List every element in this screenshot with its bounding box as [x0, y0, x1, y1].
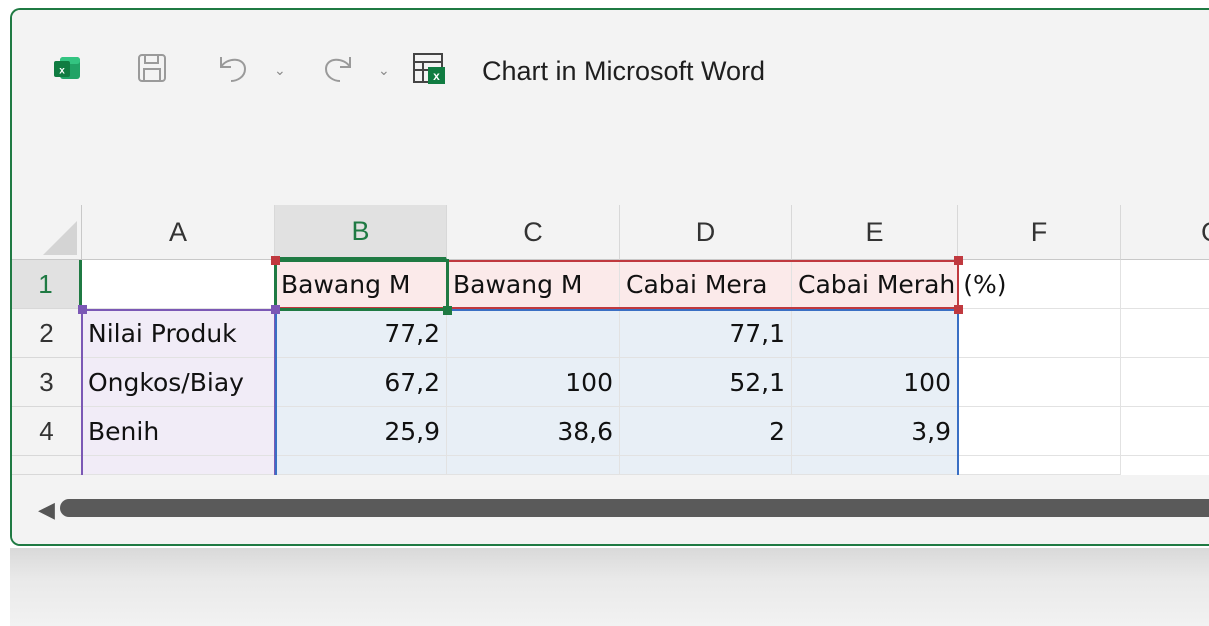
cell-f4[interactable]: [958, 407, 1121, 456]
window-title: Chart in Microsoft Word: [482, 56, 766, 86]
column-header-b[interactable]: B: [275, 205, 447, 260]
cell-c5[interactable]: [447, 456, 620, 475]
cell-g4[interactable]: [1121, 407, 1209, 456]
cell-b4[interactable]: 25,9: [275, 407, 447, 456]
cell-g3[interactable]: [1121, 358, 1209, 407]
cell-a5[interactable]: [82, 456, 275, 475]
excel-chart-data-window: x ⌄ ⌄ x Chart in Microsoft Word A B C D …: [10, 8, 1209, 546]
cell-e2[interactable]: [792, 309, 958, 358]
svg-text:x: x: [59, 66, 65, 77]
select-all-corner[interactable]: [12, 205, 82, 260]
row-header-2[interactable]: 2: [12, 309, 82, 358]
excel-icon: x: [52, 50, 82, 86]
cell-e3[interactable]: 100: [792, 358, 958, 407]
fill-handle[interactable]: [443, 306, 452, 315]
cell-f2[interactable]: [958, 309, 1121, 358]
cell-d5[interactable]: [620, 456, 792, 475]
series-range-handle-bottom-right[interactable]: [954, 305, 963, 314]
column-header-f[interactable]: F: [958, 205, 1121, 260]
cell-d3[interactable]: 52,1: [620, 358, 792, 407]
row-header-4[interactable]: 4: [12, 407, 82, 456]
svg-text:x: x: [433, 69, 440, 83]
cell-b5[interactable]: [275, 456, 447, 475]
cell-d4[interactable]: 2: [620, 407, 792, 456]
column-header-e[interactable]: E: [792, 205, 958, 260]
column-header-g[interactable]: G: [1121, 205, 1209, 260]
save-icon[interactable]: [136, 50, 168, 86]
cell-b2[interactable]: 77,2: [275, 309, 447, 358]
cell-a3[interactable]: Ongkos/Biay: [82, 358, 275, 407]
cell-f5[interactable]: [958, 456, 1121, 475]
edit-data-in-excel-icon[interactable]: x: [412, 50, 448, 86]
column-header-a[interactable]: A: [82, 205, 275, 260]
horizontal-scrollbar[interactable]: ◀: [12, 475, 1209, 544]
redo-icon[interactable]: [320, 50, 356, 86]
cell-c4[interactable]: 38,6: [447, 407, 620, 456]
cell-c2[interactable]: [447, 309, 620, 358]
series-range-handle-top-left[interactable]: [271, 256, 280, 265]
cell-c1[interactable]: Bawang M: [447, 260, 620, 309]
cell-b3[interactable]: 67,2: [275, 358, 447, 407]
cell-g2[interactable]: [1121, 309, 1209, 358]
cell-f3[interactable]: [958, 358, 1121, 407]
cell-d2[interactable]: 77,1: [620, 309, 792, 358]
series-range-handle-top-right[interactable]: [954, 256, 963, 265]
undo-dropdown-icon[interactable]: ⌄: [274, 62, 286, 79]
cell-a4[interactable]: Benih: [82, 407, 275, 456]
cell-b1[interactable]: Bawang M: [275, 260, 447, 309]
column-header-d[interactable]: D: [620, 205, 792, 260]
undo-icon[interactable]: [215, 50, 251, 86]
title-bar: x ⌄ ⌄ x Chart in Microsoft Word: [12, 10, 1209, 205]
cell-g1[interactable]: [1121, 260, 1209, 309]
cell-e5[interactable]: [792, 456, 958, 475]
cell-a2[interactable]: Nilai Produk: [82, 309, 275, 358]
column-header-c[interactable]: C: [447, 205, 620, 260]
cell-d1[interactable]: Cabai Mera: [620, 260, 792, 309]
spreadsheet-grid[interactable]: A B C D E F G 1 2 3 4 Bawang M Bawang M …: [12, 205, 1209, 475]
cell-e4[interactable]: 3,9: [792, 407, 958, 456]
cell-e1[interactable]: Cabai Merah (%): [792, 260, 1006, 309]
category-range-handle-top-right[interactable]: [271, 305, 280, 314]
window-shadow: [10, 548, 1209, 626]
cell-a1[interactable]: [82, 260, 275, 309]
row-header-3[interactable]: 3: [12, 358, 82, 407]
scroll-left-arrow-icon[interactable]: ◀: [38, 497, 55, 523]
category-range-handle-top-left[interactable]: [78, 305, 87, 314]
row-header-5[interactable]: [12, 456, 82, 475]
row-header-1[interactable]: 1: [12, 260, 82, 309]
scrollbar-thumb[interactable]: [60, 499, 1209, 517]
cell-c3[interactable]: 100: [447, 358, 620, 407]
redo-dropdown-icon[interactable]: ⌄: [378, 62, 390, 79]
